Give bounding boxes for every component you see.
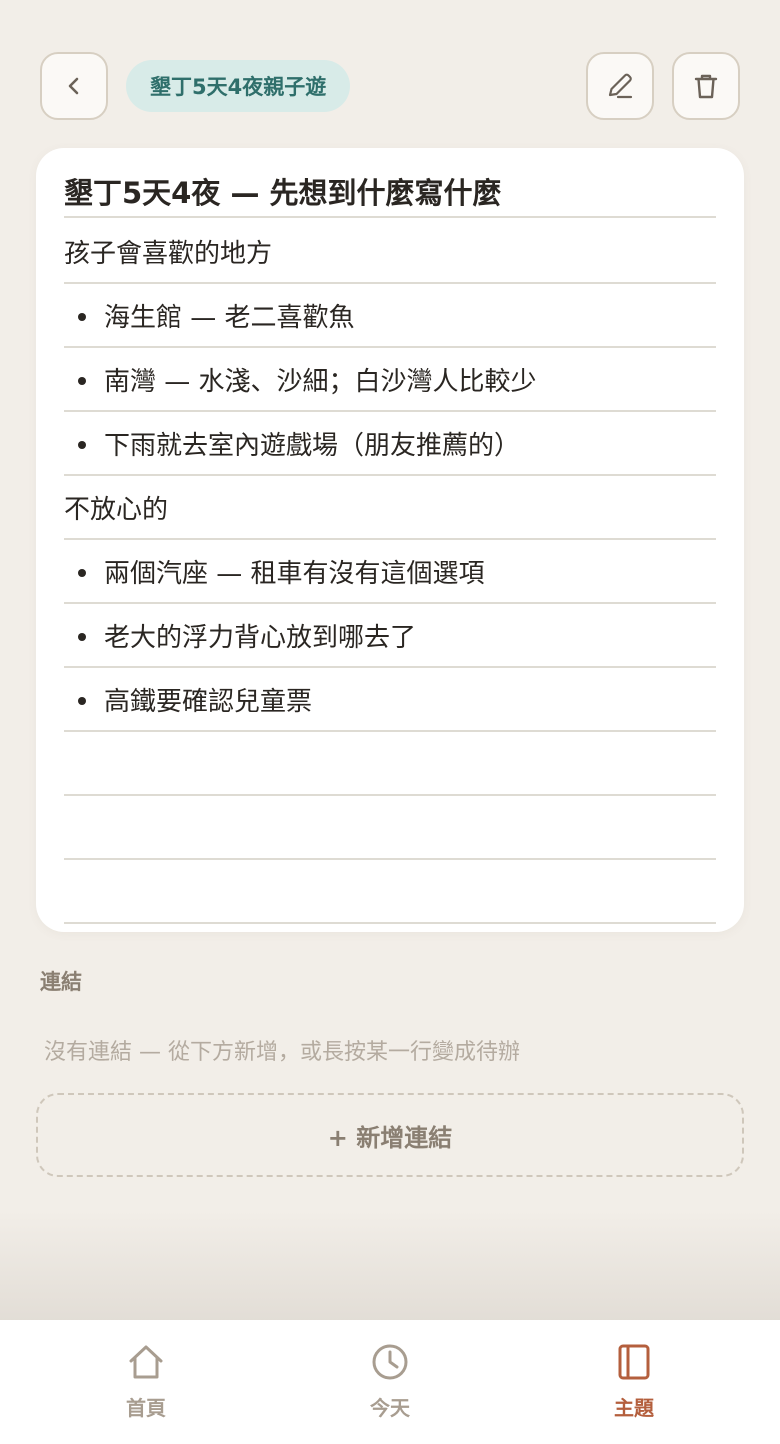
topic-pill[interactable]: 墾丁5天4夜親子遊 <box>126 60 351 112</box>
add-link-button[interactable]: + 新增連結 <box>36 1093 744 1177</box>
note-line-bullet[interactable]: 老大的浮力背心放到哪去了 <box>64 604 716 668</box>
clock-icon <box>372 1344 408 1380</box>
note-line-bullet[interactable]: 高鐵要確認兒童票 <box>64 668 716 732</box>
trash-icon <box>694 74 718 99</box>
edit-button[interactable] <box>586 52 654 120</box>
note-line-empty[interactable] <box>64 796 716 860</box>
links-section-label: 連結 <box>40 970 82 994</box>
bottom-nav: 首頁 今天 主題 <box>0 1320 780 1444</box>
note-line-bullet[interactable]: 南灣 — 水淺、沙細；白沙灣人比較少 <box>64 348 716 412</box>
note-line[interactable]: 孩子會喜歡的地方 <box>64 220 716 284</box>
nav-topics-label: 主題 <box>614 1396 654 1420</box>
chevron-left-icon <box>68 77 79 95</box>
nav-topics[interactable]: 主題 <box>554 1342 714 1426</box>
note-card: 墾丁5天4夜 — 先想到什麼寫什麼 孩子會喜歡的地方 海生館 — 老二喜歡魚 南… <box>36 148 744 932</box>
note-line[interactable]: 不放心的 <box>64 476 716 540</box>
note-line-bullet[interactable]: 下雨就去室內遊戲場（朋友推薦的） <box>64 412 716 476</box>
nav-home-label: 首頁 <box>126 1396 166 1420</box>
scroll-fade <box>0 1210 780 1322</box>
nav-home[interactable]: 首頁 <box>66 1342 226 1426</box>
note-line-bullet[interactable]: 海生館 — 老二喜歡魚 <box>64 284 716 348</box>
home-icon <box>129 1345 163 1379</box>
notebook-icon <box>618 1344 650 1380</box>
note-line-empty[interactable] <box>64 860 716 924</box>
note-title[interactable]: 墾丁5天4夜 — 先想到什麼寫什麼 <box>64 166 716 218</box>
pencil-icon <box>608 73 633 99</box>
note-line-empty[interactable] <box>64 732 716 796</box>
note-line-bullet[interactable]: 兩個汽座 — 租車有沒有這個選項 <box>64 540 716 604</box>
links-empty-text: 沒有連結 — 從下方新增，或長按某一行變成待辦 <box>44 1040 520 1065</box>
nav-today[interactable]: 今天 <box>310 1342 470 1426</box>
top-bar: 墾丁5天4夜親子遊 <box>40 52 740 120</box>
nav-today-label: 今天 <box>370 1396 410 1420</box>
delete-button[interactable] <box>672 52 740 120</box>
back-button[interactable] <box>40 52 108 120</box>
